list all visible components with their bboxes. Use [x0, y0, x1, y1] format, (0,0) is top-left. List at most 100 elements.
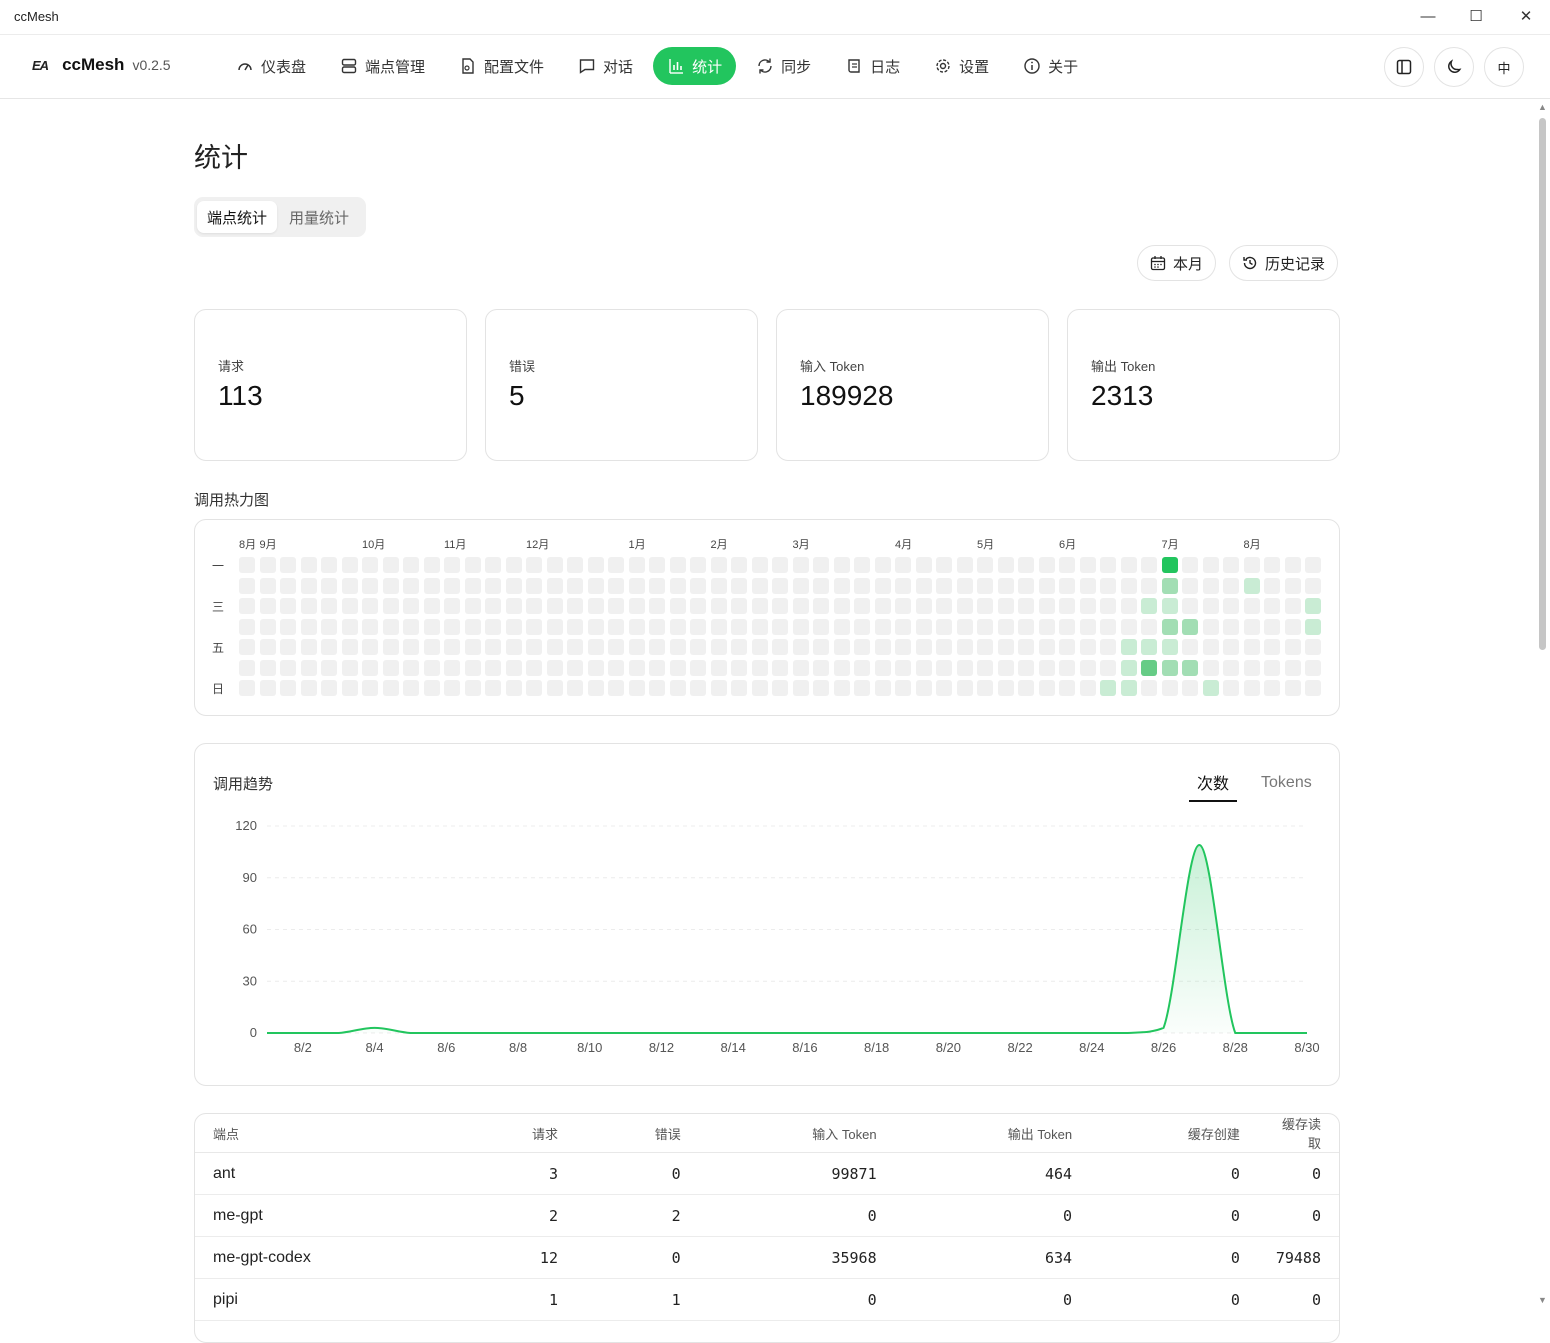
heatmap-cell[interactable] [280, 577, 296, 594]
heatmap-cell[interactable] [464, 680, 481, 696]
heatmap-cell[interactable] [1059, 598, 1075, 614]
heatmap-cell[interactable] [505, 639, 522, 655]
heatmap-cell[interactable] [874, 639, 891, 655]
heatmap-cell[interactable] [526, 557, 542, 573]
heatmap-cell[interactable] [403, 598, 419, 614]
heatmap-cell[interactable] [608, 577, 624, 594]
heatmap-cell[interactable] [423, 577, 440, 594]
heatmap-cell[interactable] [403, 680, 419, 696]
heatmap-cell[interactable] [526, 577, 542, 594]
heatmap-cell[interactable] [1305, 577, 1321, 594]
heatmap-cell[interactable] [1141, 557, 1157, 573]
heatmap-cell[interactable] [895, 577, 911, 594]
heatmap-cell[interactable] [526, 639, 542, 655]
heatmap-cell[interactable] [423, 659, 440, 676]
heatmap-cell[interactable] [669, 557, 686, 573]
heatmap-cell[interactable] [608, 639, 624, 655]
period-filter-button[interactable]: 本月 [1137, 245, 1217, 281]
heatmap-cell[interactable] [628, 598, 645, 614]
heatmap-cell[interactable] [1100, 618, 1116, 635]
heatmap-cell[interactable] [1305, 680, 1321, 696]
heatmap-cell[interactable] [1018, 680, 1034, 696]
heatmap-cell[interactable] [649, 639, 665, 655]
heatmap-cell[interactable] [587, 639, 604, 655]
heatmap-cell[interactable] [567, 639, 583, 655]
heatmap-cell[interactable] [382, 659, 399, 676]
heatmap-cell[interactable] [792, 639, 809, 655]
tab-usage-stats[interactable]: 用量统计 [279, 201, 359, 233]
heatmap-cell[interactable] [341, 680, 358, 696]
heatmap-cell[interactable] [444, 577, 460, 594]
heatmap-cell[interactable] [505, 618, 522, 635]
heatmap-cell[interactable] [731, 618, 747, 635]
close-icon[interactable]: ✕ [1514, 6, 1538, 28]
heatmap-cell[interactable] [936, 659, 952, 676]
heatmap-cell[interactable] [567, 618, 583, 635]
heatmap-cell[interactable] [382, 577, 399, 594]
heatmap-cell[interactable] [587, 598, 604, 614]
heatmap-cell[interactable] [362, 577, 378, 594]
heatmap-cell[interactable] [710, 639, 727, 655]
heatmap-cell[interactable] [587, 680, 604, 696]
heatmap-cell[interactable] [1305, 618, 1321, 635]
heatmap-cell[interactable] [239, 659, 255, 676]
heatmap-cell[interactable] [792, 557, 809, 573]
heatmap-cell[interactable] [628, 577, 645, 594]
heatmap-cell[interactable] [751, 598, 768, 614]
heatmap-cell[interactable] [1264, 639, 1280, 655]
heatmap-cell[interactable] [444, 659, 460, 676]
heatmap-cell[interactable] [977, 680, 993, 696]
heatmap-cell[interactable] [1018, 618, 1034, 635]
heatmap-cell[interactable] [915, 577, 932, 594]
heatmap-cell[interactable] [997, 557, 1014, 573]
heatmap-cell[interactable] [505, 659, 522, 676]
heatmap-cell[interactable] [403, 659, 419, 676]
heatmap-cell[interactable] [423, 639, 440, 655]
heatmap-cell[interactable] [1243, 680, 1260, 696]
heatmap-cell[interactable] [1079, 639, 1096, 655]
heatmap-cell[interactable] [1079, 659, 1096, 676]
theme-toggle-button[interactable] [1434, 47, 1474, 87]
heatmap-cell[interactable] [1120, 639, 1137, 655]
heatmap-cell[interactable] [300, 577, 317, 594]
heatmap-cell[interactable] [936, 598, 952, 614]
heatmap-cell[interactable] [341, 557, 358, 573]
heatmap-cell[interactable] [977, 598, 993, 614]
heatmap-cell[interactable] [915, 557, 932, 573]
heatmap-cell[interactable] [649, 618, 665, 635]
heatmap-cell[interactable] [833, 639, 850, 655]
heatmap-cell[interactable] [1059, 639, 1075, 655]
heatmap-cell[interactable] [546, 659, 563, 676]
heatmap-cell[interactable] [526, 618, 542, 635]
heatmap-cell[interactable] [300, 557, 317, 573]
heatmap-cell[interactable] [956, 618, 973, 635]
heatmap-cell[interactable] [321, 557, 337, 573]
heatmap-cell[interactable] [710, 659, 727, 676]
heatmap-cell[interactable] [854, 598, 870, 614]
heatmap-cell[interactable] [464, 659, 481, 676]
heatmap-cell[interactable] [1243, 618, 1260, 635]
heatmap-cell[interactable] [1161, 598, 1178, 614]
heatmap-cell[interactable] [280, 598, 296, 614]
heatmap-cell[interactable] [669, 639, 686, 655]
heatmap-cell[interactable] [1100, 577, 1116, 594]
heatmap-cell[interactable] [628, 557, 645, 573]
heatmap-cell[interactable] [1264, 557, 1280, 573]
heatmap-cell[interactable] [546, 577, 563, 594]
heatmap-cell[interactable] [1120, 659, 1137, 676]
heatmap-cell[interactable] [505, 557, 522, 573]
heatmap-cell[interactable] [362, 598, 378, 614]
heatmap-cell[interactable] [895, 598, 911, 614]
heatmap-cell[interactable] [362, 659, 378, 676]
heatmap-cell[interactable] [731, 598, 747, 614]
heatmap-cell[interactable] [936, 680, 952, 696]
heatmap-cell[interactable] [403, 577, 419, 594]
heatmap-cell[interactable] [1141, 680, 1157, 696]
heatmap-cell[interactable] [259, 598, 276, 614]
heatmap-cell[interactable] [1161, 680, 1178, 696]
heatmap-cell[interactable] [567, 577, 583, 594]
heatmap-cell[interactable] [1059, 659, 1075, 676]
heatmap-cell[interactable] [341, 659, 358, 676]
heatmap-cell[interactable] [1079, 680, 1096, 696]
heatmap-cell[interactable] [403, 557, 419, 573]
